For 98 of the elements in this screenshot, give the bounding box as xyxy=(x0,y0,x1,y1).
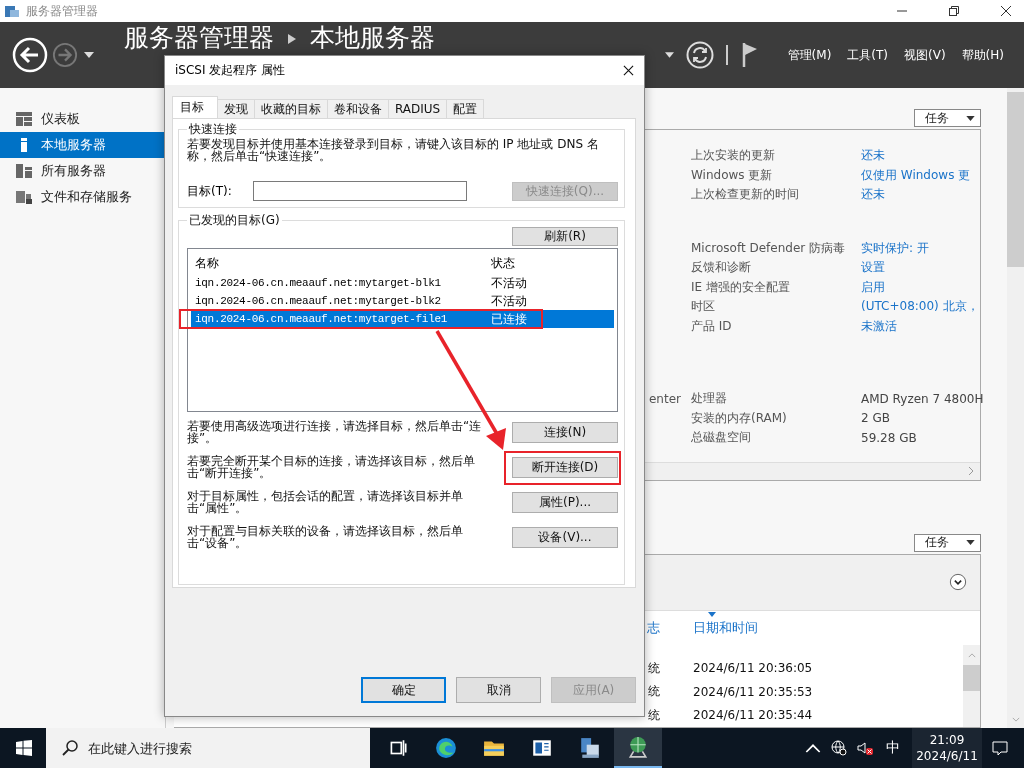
group-title: 快速连接 xyxy=(188,121,238,138)
help-text: 若要使用高级选项进行连接，请选择目标，然后单击“连接”。 xyxy=(187,420,483,444)
sidebar-item[interactable]: 本地服务器 xyxy=(0,132,165,158)
action-button[interactable]: 连接(N) xyxy=(512,422,618,443)
clock[interactable]: 21:09 2024/6/11 xyxy=(912,728,982,768)
caret-icon[interactable] xyxy=(664,52,674,58)
action-button[interactable]: 断开连接(D) xyxy=(512,457,618,478)
target-input[interactable] xyxy=(253,181,467,201)
table-cell-text: 2024/6/11 20:36:05 xyxy=(692,661,814,676)
input-method-indicator[interactable]: 中 xyxy=(886,739,900,757)
help-text: 对于配置与目标关联的设备，请选择该目标，然后单击“设备”。 xyxy=(187,525,464,549)
notification-icon[interactable] xyxy=(992,740,1008,756)
table-cell: 统 xyxy=(648,683,660,701)
column-header[interactable]: 日期和时间 xyxy=(686,618,836,637)
search-field[interactable]: 在此键入进行搜索 xyxy=(46,728,370,768)
dialog-button[interactable]: 取消 xyxy=(456,677,541,703)
property-link[interactable]: 仅使用 Windows 更 xyxy=(861,166,980,184)
dialog-title: iSCSI 发起程序 属性 xyxy=(175,62,286,79)
property-link[interactable]: (UTC+08:00) 北京， xyxy=(861,298,980,316)
forward-icon[interactable] xyxy=(52,42,78,68)
property-label: 上次检查更新的时间 xyxy=(691,186,800,204)
app-icon xyxy=(4,3,20,19)
sidebar-item[interactable]: 文件和存储服务 xyxy=(0,184,165,210)
tab[interactable]: 卷和设备 xyxy=(327,99,389,118)
vertical-scrollbar[interactable] xyxy=(963,644,980,727)
table-cell-text: 2024/6/11 20:35:44 xyxy=(692,708,814,723)
menu-item[interactable]: 视图(V) xyxy=(898,46,952,64)
column-header[interactable]: 名称 xyxy=(191,254,484,272)
property-label: 安装的内存(RAM) xyxy=(691,409,788,427)
globe-icon[interactable] xyxy=(627,736,649,758)
group-title: 已发现的目标(G) xyxy=(188,212,281,229)
help-text: 对于目标属性，包括会话的配置，请选择该目标并单击“属性”。 xyxy=(187,490,464,514)
property-label: 时区 xyxy=(691,298,716,316)
tab[interactable]: 发现 xyxy=(217,99,255,118)
target-row[interactable]: iqn.2024-06.cn.meaauf.net:mytarget-blk2 不活动 xyxy=(191,292,614,310)
column-header[interactable]: 状态 xyxy=(484,254,614,272)
property-label: 产品 ID xyxy=(691,317,733,335)
field-label: 目标(T): xyxy=(187,182,233,200)
document-icon[interactable] xyxy=(531,737,553,759)
back-icon[interactable] xyxy=(12,37,48,73)
target-row[interactable]: iqn.2024-06.cn.meaauf.net:mytarget-file1 已连接 xyxy=(191,310,614,328)
tab[interactable]: 收藏的目标 xyxy=(254,99,328,118)
property-label: IE 增强的安全配置 xyxy=(691,278,791,296)
speaker-muted-icon[interactable] xyxy=(857,740,873,756)
close-icon[interactable] xyxy=(623,65,634,76)
refresh-icon[interactable] xyxy=(685,41,714,69)
property-label: enter xyxy=(649,391,681,406)
restore-icon[interactable] xyxy=(948,5,960,17)
property-link[interactable]: 启用 xyxy=(861,278,980,296)
property-label: 处理器 xyxy=(691,390,728,408)
vertical-scrollbar[interactable] xyxy=(1007,88,1024,728)
property-label: Microsoft Defender 防病毒 xyxy=(691,239,846,257)
property-link[interactable]: 设置 xyxy=(861,259,980,277)
breadcrumb-item[interactable]: 服务器管理器 xyxy=(124,23,274,53)
caret-icon xyxy=(966,115,975,121)
property-link[interactable]: 未激活 xyxy=(861,317,980,335)
property-link[interactable]: 还未 xyxy=(861,186,980,204)
menu-item[interactable]: 管理(M) xyxy=(781,46,838,64)
column-header[interactable]: 志 xyxy=(647,618,660,637)
sidebar-item[interactable]: 仪表板 xyxy=(0,106,165,132)
property-label: 反馈和诊断 xyxy=(691,259,752,277)
close-icon[interactable] xyxy=(1000,5,1012,17)
property-link[interactable]: 还未 xyxy=(861,147,980,165)
refresh-button[interactable]: 刷新(R) xyxy=(512,227,618,246)
property-value: 2 GB xyxy=(861,411,891,426)
action-button[interactable]: 属性(P)... xyxy=(512,492,618,513)
caret-icon xyxy=(966,540,975,545)
network-icon[interactable] xyxy=(831,740,847,756)
flag-icon[interactable] xyxy=(741,42,758,68)
tab[interactable]: 目标 xyxy=(172,96,218,118)
property-label: 总磁盘空间 xyxy=(691,429,752,447)
target-row[interactable]: iqn.2024-06.cn.meaauf.net:mytarget-blk1 不活动 xyxy=(191,274,614,292)
chevron-icon xyxy=(288,34,296,44)
property-label: 上次安装的更新 xyxy=(691,147,776,165)
menu-item[interactable]: 工具(T) xyxy=(841,46,895,64)
tasks-dropdown[interactable]: 任务 xyxy=(914,109,981,127)
start-icon[interactable] xyxy=(16,740,32,756)
dialog-button[interactable]: 确定 xyxy=(361,677,446,703)
table-cell-text: 2024/6/11 20:35:53 xyxy=(692,684,814,699)
table-cell: 统 xyxy=(648,659,660,677)
expand-icon[interactable] xyxy=(949,573,967,591)
table-cell: 统 xyxy=(648,706,660,724)
menu-item[interactable]: 帮助(H) xyxy=(955,46,1010,64)
property-label: Windows 更新 xyxy=(691,166,774,184)
tasks-dropdown[interactable]: 任务 xyxy=(914,533,981,552)
browser-icon[interactable] xyxy=(435,737,457,759)
breadcrumb-item: 本地服务器 xyxy=(310,23,435,53)
search-icon xyxy=(62,740,78,756)
window-title: 服务器管理器 xyxy=(26,2,98,20)
help-text: 若要完全断开某个目标的连接，请选择该目标，然后单击“断开连接”。 xyxy=(187,455,476,479)
property-link[interactable]: 实时保护: 开 xyxy=(861,239,980,257)
caret-icon[interactable] xyxy=(84,52,94,58)
tab[interactable]: 配置 xyxy=(446,99,485,118)
action-button[interactable]: 设备(V)... xyxy=(512,527,618,548)
property-value: 59.28 GB xyxy=(861,430,918,445)
server-manager-icon[interactable] xyxy=(579,737,601,759)
help-text: 若要发现目标并使用基本连接登录到目标，请键入该目标的 IP 地址或 DNS 名称，然后单击“快速连接”。 xyxy=(187,138,600,162)
sidebar-item[interactable]: 所有服务器 xyxy=(0,158,165,184)
